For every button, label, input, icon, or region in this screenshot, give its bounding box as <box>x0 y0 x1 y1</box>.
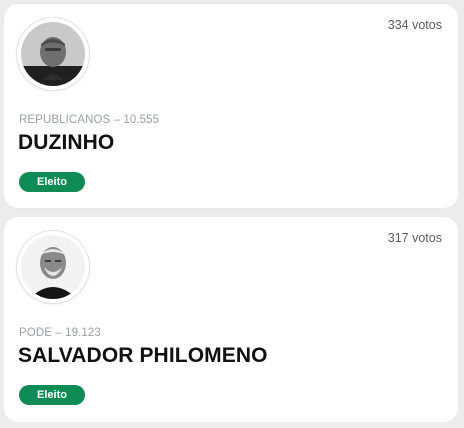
candidate-card[interactable]: 334 votos REPUBLICANOS – 10.555 DUZINHO … <box>4 4 458 208</box>
candidate-photo <box>17 18 89 90</box>
vote-count: 334 votos <box>387 18 442 32</box>
status-badge: Eleito <box>19 385 85 405</box>
party-and-number: PODE – 19.123 <box>19 327 101 339</box>
candidate-photo <box>17 231 89 303</box>
status-badge: Eleito <box>19 172 85 192</box>
person-photo-icon <box>21 22 85 86</box>
person-photo-icon <box>21 235 85 299</box>
candidate-card[interactable]: 317 votos PODE – 19.123 SALVADOR PHILOME… <box>4 217 458 422</box>
candidate-name: DUZINHO <box>18 131 115 154</box>
party-and-number: REPUBLICANOS – 10.555 <box>19 114 160 126</box>
vote-count: 317 votos <box>387 231 442 245</box>
candidate-name: SALVADOR PHILOMENO <box>18 344 268 367</box>
